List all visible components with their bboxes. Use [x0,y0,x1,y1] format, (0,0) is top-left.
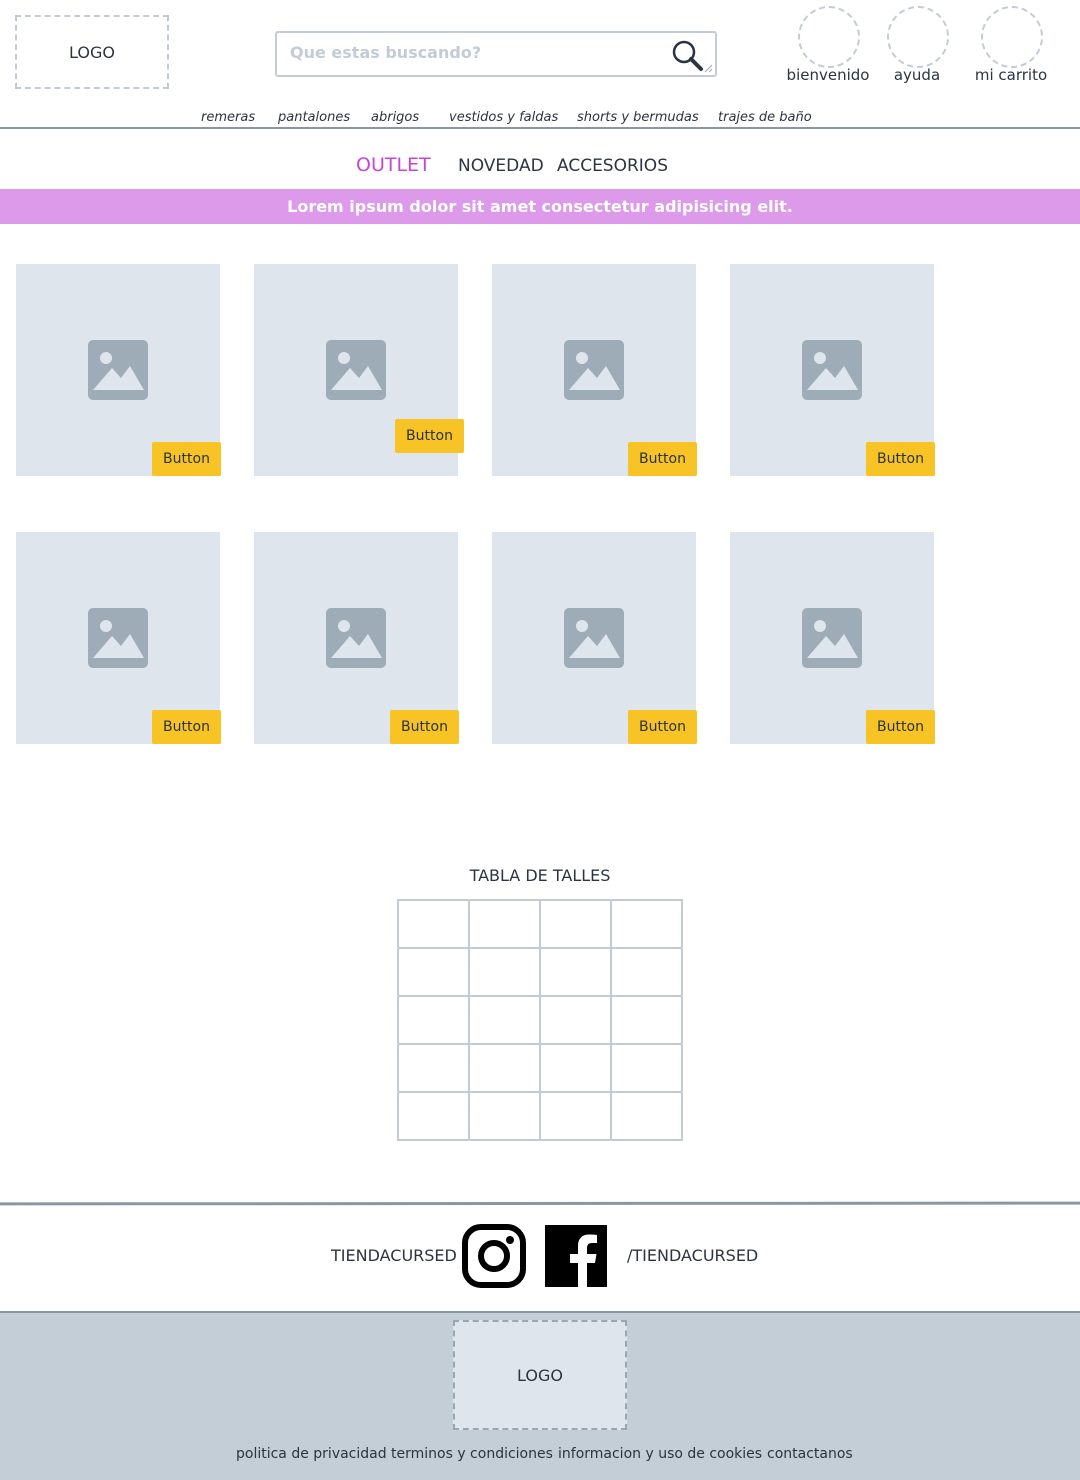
tab-novedad[interactable]: NOVEDAD [458,156,544,176]
size-table-cell [468,947,541,997]
size-table-cell [539,1043,612,1093]
image-placeholder-icon [326,608,386,668]
product-card[interactable]: Button [730,532,935,744]
tab-outlet[interactable]: OUTLET [356,154,431,176]
welcome-menu[interactable]: bienvenido [783,6,873,90]
size-table-cell [539,899,612,949]
size-table-cell [468,899,541,949]
size-table-cell [468,1043,541,1093]
size-table-cell [539,995,612,1045]
product-button[interactable]: Button [390,710,459,744]
product-button[interactable]: Button [395,419,464,453]
category-trajes-de-bano[interactable]: trajes de baño [718,110,812,125]
search-input[interactable]: Que estas buscando? [290,43,481,62]
footer-link-terms[interactable]: terminos y condiciones [391,1446,553,1462]
image-placeholder-icon [326,340,386,400]
image-placeholder-icon [802,608,862,668]
product-button[interactable]: Button [152,710,221,744]
product-card[interactable]: Button [492,532,697,744]
product-card[interactable]: Button [254,264,464,476]
product-button[interactable]: Button [866,710,935,744]
footer-divider [0,1201,1080,1206]
cart-label[interactable]: mi carrito [966,66,1056,84]
header-divider [0,127,1080,129]
image-placeholder-icon [802,340,862,400]
size-table-cell [397,899,470,949]
cart-menu[interactable]: mi carrito [966,6,1056,90]
social-handle-right: /TIENDACURSED [627,1246,759,1265]
footer-link-privacy[interactable]: politica de privacidad [236,1446,387,1462]
size-table-cell [397,1091,470,1141]
user-avatar-icon [798,6,860,68]
category-vestidos-y-faldas[interactable]: vestidos y faldas [449,110,558,125]
size-table-title: TABLA DE TALLES [469,866,611,885]
product-button[interactable]: Button [628,442,697,476]
product-button[interactable]: Button [152,442,221,476]
footer-logo[interactable]: LOGO [453,1320,627,1430]
footer-link-cookies[interactable]: informacion y uso de cookies [558,1446,762,1462]
size-table-cell [610,947,683,997]
size-table-cell [610,1043,683,1093]
size-table [397,899,683,1141]
product-card[interactable]: Button [492,264,697,476]
search-icon[interactable] [671,39,705,73]
size-table-cell [468,1091,541,1141]
size-table-cell [610,995,683,1045]
product-card[interactable]: Button [16,264,221,476]
product-button[interactable]: Button [866,442,935,476]
image-placeholder-icon [88,340,148,400]
welcome-label[interactable]: bienvenido [783,66,873,84]
category-shorts-y-bermudas[interactable]: shorts y bermudas [577,110,699,125]
image-placeholder-icon [88,608,148,668]
help-menu[interactable]: ayuda [872,6,962,90]
cart-icon [981,6,1043,68]
footer-link-contact[interactable]: contactanos [767,1446,853,1462]
size-table-cell [397,947,470,997]
category-abrigos[interactable]: abrigos [371,110,419,125]
facebook-icon[interactable] [545,1225,607,1287]
size-table-cell [397,995,470,1045]
help-label[interactable]: ayuda [872,66,962,84]
resize-grip-icon [704,64,713,73]
size-table-cell [539,947,612,997]
image-placeholder-icon [564,340,624,400]
promo-banner: Lorem ipsum dolor sit amet consectetur a… [0,189,1080,224]
help-icon [887,6,949,68]
size-table-cell [610,1091,683,1141]
header-logo[interactable]: LOGO [15,15,169,89]
product-card[interactable]: Button [16,532,221,744]
product-card[interactable]: Button [730,264,935,476]
search-box[interactable]: Que estas buscando? [275,31,717,77]
category-pantalones[interactable]: pantalones [278,110,350,125]
product-card[interactable]: Button [254,532,459,744]
product-button[interactable]: Button [628,710,697,744]
category-remeras[interactable]: remeras [201,110,255,125]
social-handle-left: TIENDACURSED [331,1246,457,1265]
instagram-icon[interactable] [462,1224,526,1288]
size-table-cell [539,1091,612,1141]
size-table-cell [610,899,683,949]
tab-accesorios[interactable]: ACCESORIOS [557,156,668,176]
size-table-cell [468,995,541,1045]
size-table-cell [397,1043,470,1093]
image-placeholder-icon [564,608,624,668]
footer: LOGO politica de privacidad terminos y c… [0,1311,1080,1480]
